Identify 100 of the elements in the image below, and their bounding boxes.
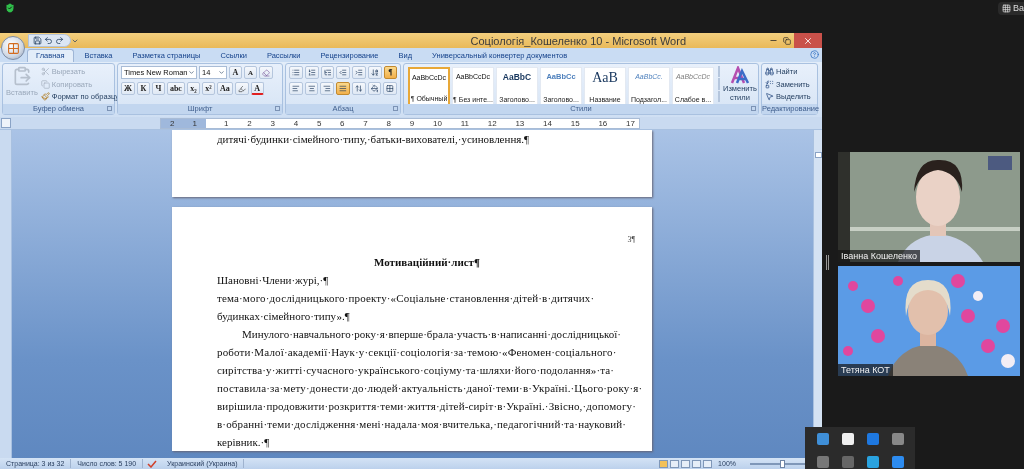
launcher-icon[interactable] <box>275 106 280 111</box>
replace-icon <box>765 79 774 89</box>
scroll-thumb[interactable] <box>814 152 822 158</box>
tray-app-icon[interactable] <box>841 433 854 445</box>
caret-icon <box>218 69 225 76</box>
show-marks-button[interactable]: ¶ <box>383 66 397 79</box>
caret-icon <box>188 69 195 76</box>
participant-name: Тетяна КОТ <box>838 364 893 376</box>
numbered-list-icon <box>307 68 316 77</box>
text-line: в·обранні·теми·дослідження·мені·надала·моя·вчителька,·педагогічний·та·науковий· <box>217 417 627 432</box>
copy-icon <box>40 79 50 89</box>
text-line: тема·мого·дослідницького·проекту·«Соціальне·становлення·дітей·в·дитячих· <box>217 291 595 306</box>
highlight-button[interactable] <box>234 82 249 95</box>
help-icon <box>810 50 819 59</box>
borders-icon <box>386 84 395 93</box>
align-justify-icon <box>339 84 347 93</box>
binoculars-icon <box>765 66 774 76</box>
align-button[interactable] <box>304 82 319 95</box>
grow-font-button[interactable]: A <box>229 66 242 79</box>
text-line: будинках·сімейного·типу».¶ <box>217 309 350 324</box>
paintbrush-icon <box>40 92 50 102</box>
restore-icon <box>783 36 791 45</box>
view-button[interactable] <box>692 459 702 468</box>
sort-button[interactable] <box>368 66 382 79</box>
ruler-number: 4 <box>293 119 299 128</box>
sort-icon <box>371 68 379 77</box>
ruler-number: 2 <box>170 119 175 128</box>
close-button[interactable] <box>794 33 822 48</box>
ruler-number: 3 <box>270 119 275 128</box>
zoom-thumb[interactable] <box>780 459 785 468</box>
launcher-icon[interactable] <box>107 106 112 111</box>
multilevel-button[interactable] <box>320 66 335 79</box>
align-button[interactable] <box>289 82 303 95</box>
tray-app-icon[interactable] <box>866 456 879 468</box>
window-title: Соціологія_Кошеленко 10 - Microsoft Word <box>469 34 687 47</box>
view-button[interactable] <box>659 459 669 468</box>
ruler-number: 10 <box>432 119 442 128</box>
subscript-button[interactable]: x₂ <box>186 82 200 95</box>
text-line: Шановні·Члени·журі,·¶ <box>217 273 329 288</box>
tree-list-icon <box>323 68 332 77</box>
ruler-number: 12 <box>487 119 497 128</box>
strikethrough-button[interactable]: abc <box>166 82 185 95</box>
change-case-button[interactable]: Aa <box>216 82 233 95</box>
numbering-button[interactable] <box>304 66 319 79</box>
increase-indent-button[interactable] <box>352 66 367 79</box>
underline-button[interactable]: Ч <box>151 82 165 95</box>
text-line: керівник.·¶ <box>217 435 270 450</box>
styles-icon <box>729 66 750 84</box>
view-button[interactable]: Ва <box>998 2 1024 15</box>
align-button[interactable] <box>336 82 350 95</box>
view-button[interactable] <box>681 459 691 468</box>
pointer-icon <box>765 92 774 102</box>
redo-icon <box>55 36 64 45</box>
text-line: сирітства·у·житті·сучасного·українського·соціуму·та·шляхи·його·подолання»·та· <box>217 363 615 378</box>
participant-name: Іванна Кошеленко <box>838 250 921 262</box>
ruler-number: 17 <box>626 119 635 128</box>
paint-bucket-icon <box>370 84 379 93</box>
font-color-button[interactable]: A <box>250 82 264 95</box>
close-icon <box>803 35 813 46</box>
decrease-indent-button[interactable] <box>336 66 351 79</box>
highlighter-icon <box>237 84 246 93</box>
align-left-icon <box>292 84 300 93</box>
office-button[interactable] <box>1 36 25 60</box>
tab-selector[interactable] <box>1 118 11 128</box>
align-center-icon <box>307 84 316 93</box>
view-button[interactable] <box>670 459 680 468</box>
text-line: поставила·за·мету·донести·до·людей·актуальність·даної·теми·в·Україні.·Цього·року·я· <box>217 381 643 396</box>
scissors-icon <box>40 66 50 76</box>
ruler-number: 9 <box>409 119 415 128</box>
borders-button[interactable] <box>383 82 398 95</box>
text-line: дитячі·будинки·сімейного·типу,·батьки-вихователі,·усиновлення.¶ <box>217 132 530 147</box>
spellcheck-icon <box>147 459 158 468</box>
outdent-icon <box>339 68 348 77</box>
italic-button[interactable]: К <box>136 82 150 95</box>
ruler-number: 7 <box>363 119 368 128</box>
align-right-icon <box>323 84 332 93</box>
bold-button[interactable]: Ж <box>121 82 135 95</box>
save-icon <box>33 36 42 45</box>
ruler-number: 14 <box>543 119 552 128</box>
superscript-button[interactable]: x² <box>201 82 215 95</box>
launcher-icon[interactable] <box>751 106 756 111</box>
ruler-number: 16 <box>598 119 608 128</box>
bullet-list-icon <box>292 68 300 77</box>
ruler-number: 11 <box>460 119 469 128</box>
bullets-button[interactable] <box>289 66 303 79</box>
launcher-icon[interactable] <box>393 106 398 111</box>
text-line: вирішила·продовжити·розкриття·теми·життя·дітей-сиріт·в·Україні.·Звісно,·допомогу· <box>217 399 637 414</box>
undo-icon <box>44 36 53 45</box>
ruler-number: 1 <box>192 119 197 128</box>
align-button[interactable] <box>320 82 335 95</box>
view-button[interactable] <box>703 459 713 468</box>
shading-button[interactable] <box>367 82 382 95</box>
resize-handle[interactable] <box>826 255 829 270</box>
document-heading: Мотиваційний·лист¶ <box>374 255 480 270</box>
line-spacing-button[interactable] <box>351 82 366 95</box>
text-line: роботи·Малої·академії·Наук·у·секції·соціологія·за·темою·«Феномен·соціального· <box>217 345 617 360</box>
ruler-number: 1 <box>224 119 229 128</box>
ruler-number: 2 <box>247 119 252 128</box>
clear-format-button[interactable] <box>259 66 273 79</box>
text-line: Минулого·навчального·року·я·вперше·брала·участь·в·написанні·дослідницької· <box>242 327 621 342</box>
